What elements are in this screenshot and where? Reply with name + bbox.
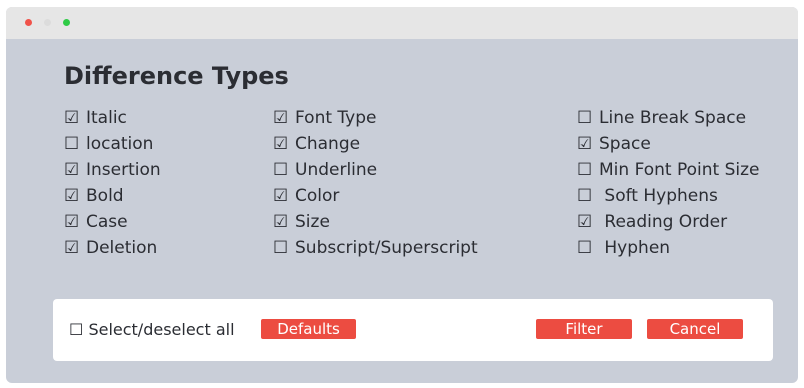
checkbox-icon[interactable]: ☑: [273, 105, 295, 131]
select-all-toggle[interactable]: ☐ Select/deselect all: [69, 318, 235, 342]
checkbox-icon[interactable]: ☑: [273, 183, 295, 209]
checkbox-icon[interactable]: ☑: [273, 209, 295, 235]
checkbox-icon[interactable]: ☑: [64, 235, 86, 261]
option-label: Size: [295, 212, 330, 232]
checkbox-icon[interactable]: ☐: [64, 131, 86, 157]
option-size[interactable]: ☑ Size: [273, 209, 478, 235]
option-label: Soft Hyphens: [599, 186, 718, 206]
checkbox-icon[interactable]: ☐: [273, 157, 295, 183]
option-italic[interactable]: ☑ Italic: [64, 105, 161, 131]
option-label: Space: [599, 134, 651, 154]
option-case[interactable]: ☑ Case: [64, 209, 161, 235]
options-column-1: ☑ Italic ☐ location ☑ Insertion ☑ Bold ☑ Case…: [64, 105, 161, 261]
option-label: Hyphen: [599, 238, 671, 258]
option-hyphen[interactable]: ☐ Hyphen: [577, 235, 760, 261]
option-label: Color: [295, 186, 340, 206]
filter-button[interactable]: Filter: [536, 319, 632, 339]
title-bar: [6, 7, 798, 39]
action-panel: ☐ Select/deselect all Defaults Filter Ca…: [53, 299, 773, 361]
option-label: Bold: [86, 186, 124, 206]
option-min-font-point-size[interactable]: ☐ Min Font Point Size: [577, 157, 760, 183]
option-underline[interactable]: ☐ Underline: [273, 157, 478, 183]
option-label: Change: [295, 134, 361, 154]
options-column-3: ☐ Line Break Space ☑ Space ☐ Min Font Point…: [577, 105, 760, 261]
option-label: Underline: [295, 160, 378, 180]
option-reading-order[interactable]: ☑ Reading Order: [577, 209, 760, 235]
checkbox-icon[interactable]: ☐: [577, 183, 599, 209]
dialog-window: Difference Types ☑ Italic ☐ location ☑ Inse…: [6, 7, 798, 383]
option-label: Min Font Point Size: [599, 160, 760, 180]
option-label: Font Type: [295, 108, 377, 128]
option-font-type[interactable]: ☑ Font Type: [273, 105, 478, 131]
checkbox-icon[interactable]: ☑: [273, 131, 295, 157]
option-change[interactable]: ☑ Change: [273, 131, 478, 157]
option-label: Line Break Space: [599, 108, 747, 128]
checkbox-icon[interactable]: ☑: [64, 209, 86, 235]
option-label: Deletion: [86, 238, 158, 258]
cancel-button[interactable]: Cancel: [647, 319, 743, 339]
option-label: Reading Order: [599, 212, 728, 232]
option-label: location: [86, 134, 154, 154]
option-bold[interactable]: ☑ Bold: [64, 183, 161, 209]
minimize-window-icon[interactable]: [44, 19, 51, 26]
checkbox-icon[interactable]: ☐: [577, 235, 599, 261]
option-insertion[interactable]: ☑ Insertion: [64, 157, 161, 183]
close-window-icon[interactable]: [25, 19, 32, 26]
option-location[interactable]: ☐ location: [64, 131, 161, 157]
dialog-title: Difference Types: [64, 62, 289, 90]
checkbox-icon[interactable]: ☑: [577, 209, 599, 235]
checkbox-icon[interactable]: ☑: [64, 157, 86, 183]
checkbox-icon[interactable]: ☑: [577, 131, 599, 157]
checkbox-icon[interactable]: ☐: [273, 235, 295, 261]
option-label: Insertion: [86, 160, 161, 180]
option-label: Case: [86, 212, 128, 232]
options-column-2: ☑ Font Type ☑ Change ☐ Underline ☑ Color ☑ Si…: [273, 105, 478, 261]
checkbox-icon[interactable]: ☑: [64, 183, 86, 209]
checkbox-icon[interactable]: ☐: [69, 320, 83, 339]
option-color[interactable]: ☑ Color: [273, 183, 478, 209]
checkbox-icon[interactable]: ☐: [577, 105, 599, 131]
option-label: Subscript/Superscript: [295, 238, 478, 258]
checkbox-icon[interactable]: ☐: [577, 157, 599, 183]
option-label: Italic: [86, 108, 127, 128]
option-soft-hyphens[interactable]: ☐ Soft Hyphens: [577, 183, 760, 209]
option-space[interactable]: ☑ Space: [577, 131, 760, 157]
checkbox-icon[interactable]: ☑: [64, 105, 86, 131]
maximize-window-icon[interactable]: [63, 19, 70, 26]
option-subscript-superscript[interactable]: ☐ Subscript/Superscript: [273, 235, 478, 261]
defaults-button[interactable]: Defaults: [261, 319, 356, 339]
option-deletion[interactable]: ☑ Deletion: [64, 235, 161, 261]
select-all-label: Select/deselect all: [88, 320, 235, 339]
option-line-break-space[interactable]: ☐ Line Break Space: [577, 105, 760, 131]
